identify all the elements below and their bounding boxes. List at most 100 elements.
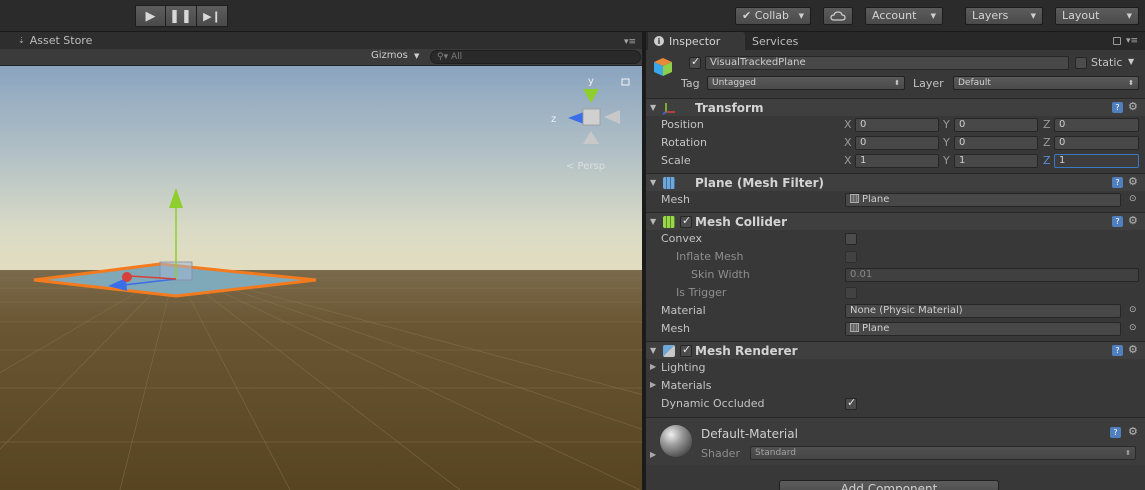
scene-render: y z < Persp — [0, 66, 642, 490]
main-toolbar: ▶ ❚❚ ▶❙ ✔ Collab ▼ Account ▼ Layers ▼ La… — [0, 0, 1145, 32]
is-trigger-checkbox — [845, 287, 857, 299]
mesh-filter-mesh-row: Mesh Plane ⊙ — [646, 191, 1145, 209]
gizmo-axis-z: z — [551, 114, 556, 125]
mesh-filter-header[interactable]: ▼ Plane (Mesh Filter) ? ⚙ — [646, 173, 1145, 191]
layers-dropdown[interactable]: Layers ▼ — [965, 7, 1043, 25]
rotation-z-field[interactable]: 0 — [1054, 136, 1139, 150]
collider-mesh-row: Mesh Plane ⊙ — [646, 320, 1145, 338]
physic-material-field[interactable]: None (Physic Material) — [845, 304, 1121, 318]
collider-mesh-value: Plane — [862, 323, 890, 334]
mesh-collider-enabled-checkbox[interactable] — [680, 214, 692, 228]
transform-header[interactable]: ▼ Transform ? ⚙ — [646, 98, 1145, 116]
layer-dropdown[interactable]: Default ⬍ — [953, 76, 1139, 90]
mesh-renderer-enabled-checkbox[interactable] — [680, 343, 692, 357]
mesh-renderer-title: Mesh Renderer — [695, 344, 798, 358]
layout-label: Layout — [1062, 9, 1100, 22]
material-sphere-icon — [660, 425, 692, 457]
material-section: ▶ Default-Material Shader Standard ⬍ ? ⚙ — [646, 417, 1145, 465]
tag-dropdown[interactable]: Untagged ⬍ — [707, 76, 905, 90]
chevron-down-icon: ▼ — [930, 12, 936, 20]
help-icon[interactable]: ? — [1112, 345, 1123, 356]
shader-dropdown[interactable]: Standard ⬍ — [750, 446, 1136, 460]
add-component-button[interactable]: Add Component — [779, 480, 999, 490]
collab-button[interactable]: ✔ Collab ▼ — [735, 7, 811, 25]
tag-label: Tag — [681, 77, 700, 90]
lighting-foldout[interactable]: ▶ Lighting — [646, 359, 1145, 377]
rotation-x-field[interactable]: 0 — [855, 136, 939, 150]
lock-icon[interactable] — [1113, 37, 1121, 45]
play-button[interactable]: ▶ — [135, 5, 166, 27]
object-name-field[interactable]: VisualTrackedPlane — [705, 56, 1069, 70]
account-dropdown[interactable]: Account ▼ — [865, 7, 943, 25]
materials-label: Materials — [661, 379, 712, 392]
chevron-down-icon: ▼ — [798, 12, 804, 20]
gear-icon[interactable]: ⚙ — [1128, 343, 1138, 356]
tab-asset-store[interactable]: ⇣ Asset Store — [18, 34, 92, 47]
object-picker-icon[interactable]: ⊙ — [1129, 305, 1137, 315]
mesh-renderer-header[interactable]: ▼ Mesh Renderer ? ⚙ — [646, 341, 1145, 359]
persp-label[interactable]: < Persp — [566, 161, 605, 172]
gizmos-dropdown[interactable]: Gizmos ▼ — [371, 50, 419, 61]
pause-button[interactable]: ❚❚ — [166, 5, 197, 27]
foldout-arrow-icon: ▶ — [650, 362, 657, 371]
active-checkbox[interactable] — [689, 55, 701, 69]
gameobject-cube-icon — [654, 58, 672, 76]
position-z-field[interactable]: 0 — [1054, 118, 1139, 132]
tab-inspector[interactable]: i Inspector — [648, 32, 745, 50]
position-z-axis: Z — [1043, 118, 1051, 131]
layout-dropdown[interactable]: Layout ▼ — [1055, 7, 1139, 25]
cloud-button[interactable] — [823, 7, 853, 25]
scale-z-field[interactable]: 1 — [1054, 154, 1139, 168]
mesh-collider-header[interactable]: ▼ Mesh Collider ? ⚙ — [646, 212, 1145, 230]
playback-controls: ▶ ❚❚ ▶❙ — [135, 5, 228, 27]
object-picker-icon[interactable]: ⊙ — [1129, 323, 1137, 333]
gear-icon[interactable]: ⚙ — [1128, 100, 1138, 113]
collider-material-row: Material None (Physic Material) ⊙ — [646, 302, 1145, 320]
gear-icon[interactable]: ⚙ — [1128, 175, 1138, 188]
mesh-filter-title: Plane (Mesh Filter) — [695, 176, 824, 190]
layers-label: Layers — [972, 9, 1009, 22]
scale-y-field[interactable]: 1 — [954, 154, 1038, 168]
mesh-renderer-icon — [663, 345, 675, 357]
panel-menu-icon[interactable]: ▾≡ — [624, 37, 636, 47]
object-header: VisualTrackedPlane Static ▼ Tag Untagged… — [646, 50, 1145, 96]
dynamic-occluded-label: Dynamic Occluded — [661, 397, 765, 410]
help-icon[interactable]: ? — [1112, 177, 1123, 188]
sky-background — [0, 66, 642, 272]
transform-icon — [662, 103, 675, 115]
scene-viewport[interactable]: y z < Persp — [0, 66, 642, 490]
inspector-tab-bar: i Inspector Services ▾≡ — [646, 32, 1145, 50]
scale-x-field[interactable]: 1 — [855, 154, 939, 168]
help-icon[interactable]: ? — [1112, 216, 1123, 227]
position-x-field[interactable]: 0 — [855, 118, 939, 132]
scene-header-bar: Gizmos ▼ ⚲▾ All — [0, 49, 642, 66]
collider-mesh-field[interactable]: Plane — [845, 322, 1121, 336]
help-icon[interactable]: ? — [1110, 427, 1121, 438]
object-picker-icon[interactable]: ⊙ — [1129, 194, 1137, 204]
tab-asset-store-label: Asset Store — [29, 34, 93, 47]
material-label: Material — [661, 304, 706, 317]
static-checkbox[interactable] — [1075, 57, 1087, 69]
ground-plane — [0, 270, 642, 490]
mesh-label: Mesh — [661, 193, 690, 206]
convex-checkbox[interactable] — [845, 233, 857, 245]
scene-search-input[interactable]: ⚲▾ All — [430, 50, 641, 64]
chevron-down-icon: ▼ — [1030, 12, 1036, 20]
rotation-y-field[interactable]: 0 — [954, 136, 1038, 150]
gear-icon[interactable]: ⚙ — [1128, 214, 1138, 227]
position-y-axis: Y — [943, 118, 950, 131]
tab-services[interactable]: Services — [752, 35, 798, 48]
position-y-field[interactable]: 0 — [954, 118, 1038, 132]
panel-menu-icon[interactable]: ▾≡ — [1126, 36, 1138, 46]
help-icon[interactable]: ? — [1112, 102, 1123, 113]
shader-value: Standard — [755, 448, 796, 458]
material-name: Default-Material — [701, 427, 798, 441]
step-button[interactable]: ▶❙ — [197, 5, 228, 27]
collider-mesh-label: Mesh — [661, 322, 690, 335]
chevron-down-icon[interactable]: ▼ — [1128, 57, 1134, 66]
gear-icon[interactable]: ⚙ — [1128, 425, 1138, 438]
dynamic-occluded-checkbox[interactable] — [845, 396, 857, 410]
position-row: Position X 0 Y 0 Z 0 — [646, 116, 1145, 134]
materials-foldout[interactable]: ▶ Materials — [646, 377, 1145, 395]
mesh-object-field[interactable]: Plane — [845, 193, 1121, 207]
